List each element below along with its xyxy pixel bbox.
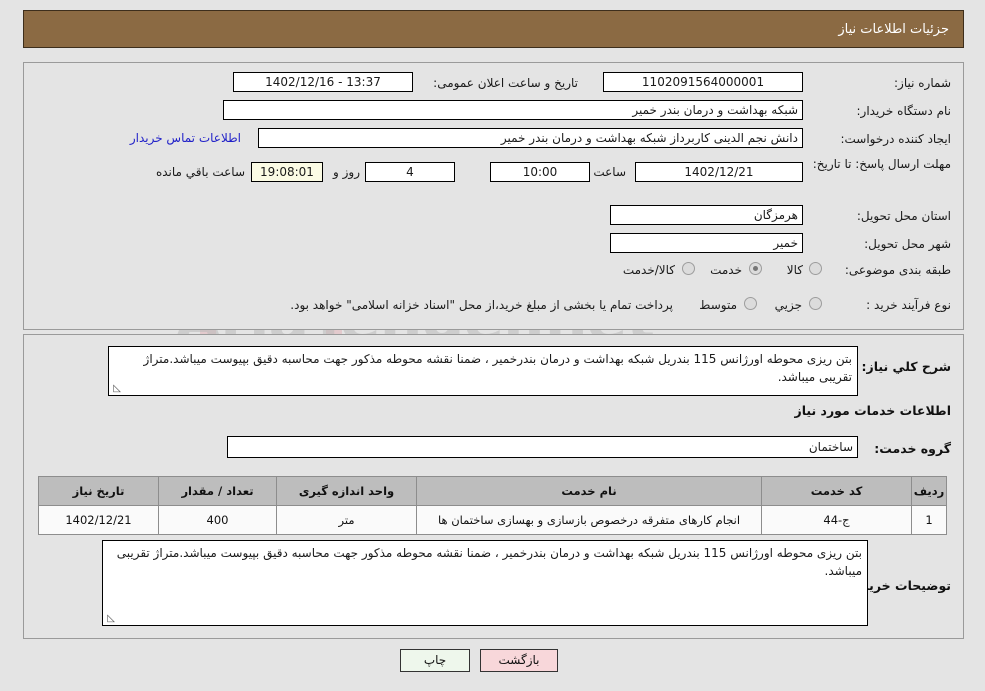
radio-category-khadamat[interactable] <box>749 262 762 275</box>
remaining-days-value: 4 <box>365 162 455 182</box>
radio-process-jozii-label: جزیي <box>774 298 802 312</box>
buyer-org-label: نام دستگاه خریدار: <box>856 104 952 118</box>
deadline-time-value: 10:00 <box>490 162 590 182</box>
services-section-heading: اطلاعات خدمات مورد نیاز <box>794 403 952 418</box>
cell-code: ج-44 <box>761 505 912 535</box>
cell-unit: متر <box>276 505 417 535</box>
back-button[interactable]: بازگشت <box>480 649 558 672</box>
th-unit: واحد اندازه گیری <box>276 476 417 506</box>
cell-index: 1 <box>911 505 947 535</box>
radio-category-khadamat-label: خدمت <box>710 263 742 277</box>
services-table: ردیف کد خدمت نام خدمت واحد اندازه گیری ت… <box>38 476 947 535</box>
radio-process-motevaset[interactable] <box>744 297 757 310</box>
page-header: جزئیات اطلاعات نیاز <box>23 10 964 48</box>
requester-value: دانش نجم الدینی کاربرداز شبکه بهداشت و د… <box>258 128 803 148</box>
cell-date: 1402/12/21 <box>38 505 159 535</box>
requester-label: ایجاد کننده درخواست: <box>840 132 951 146</box>
process-type-label: نوع فرآیند خرید : <box>866 298 951 312</box>
buyer-notes-text: بتن ریزی محوطه اورژانس 115 بندریل شبکه ب… <box>116 546 862 578</box>
radio-category-kala-khadamat[interactable] <box>682 262 695 275</box>
category-label: طبقه بندی موضوعی: <box>844 263 951 277</box>
page-title: جزئیات اطلاعات نیاز <box>838 21 949 37</box>
th-qty: تعداد / مقدار <box>158 476 277 506</box>
buyer-contact-link[interactable]: اطلاعات تماس خریدار <box>130 129 241 147</box>
table-row: 1 ج-44 انجام کارهای متفرقه درخصوص بازساز… <box>38 505 947 535</box>
need-description-text: بتن ریزی محوطه اورژانس 115 بندریل شبکه ب… <box>143 352 852 384</box>
resize-grip-icon[interactable]: ◺ <box>111 384 121 394</box>
description-panel: شرح کلي نیاز: بتن ریزی محوطه اورژانس 115… <box>23 334 964 639</box>
th-index: ردیف <box>911 476 947 506</box>
city-label: شهر محل تحویل: <box>864 237 951 251</box>
need-number-label: شماره نیاز: <box>894 76 951 90</box>
th-name: نام خدمت <box>416 476 762 506</box>
buyer-notes-textarea[interactable]: بتن ریزی محوطه اورژانس 115 بندریل شبکه ب… <box>102 540 868 626</box>
announce-date-value: 13:37 - 1402/12/16 <box>233 72 413 92</box>
buyer-org-value: شبکه بهداشت و درمان بندر خمیر <box>223 100 803 120</box>
radio-process-jozii[interactable] <box>809 297 822 310</box>
need-info-panel: شماره نیاز: 1102091564000001 تاریخ و ساع… <box>23 62 964 330</box>
deadline-label: مهلت ارسال پاسخ: تا تاریخ: <box>812 157 951 171</box>
radio-category-kala[interactable] <box>809 262 822 275</box>
announce-date-label: تاریخ و ساعت اعلان عمومی: <box>433 76 578 90</box>
need-number-value: 1102091564000001 <box>603 72 803 92</box>
city-value: خمیر <box>610 233 803 253</box>
cell-name: انجام کارهای متفرقه درخصوص بازسازی و بهس… <box>416 505 762 535</box>
need-description-label: شرح کلي نیاز: <box>861 359 951 374</box>
province-value: هرمزگان <box>610 205 803 225</box>
table-header-row: ردیف کد خدمت نام خدمت واحد اندازه گیری ت… <box>38 476 947 506</box>
remaining-days-suffix: روز و <box>333 165 360 179</box>
countdown-timer: 19:08:01 <box>251 162 323 182</box>
deadline-date-value: 1402/12/21 <box>635 162 803 182</box>
need-description-textarea[interactable]: بتن ریزی محوطه اورژانس 115 بندریل شبکه ب… <box>108 346 858 396</box>
radio-category-kala-khadamat-label: کالا/خدمت <box>622 263 675 277</box>
service-group-value: ساختمان <box>227 436 858 458</box>
province-label: استان محل تحویل: <box>856 209 951 223</box>
print-button[interactable]: چاپ <box>400 649 470 672</box>
cell-qty: 400 <box>158 505 277 535</box>
radio-process-motevaset-label: متوسط <box>699 298 737 312</box>
resize-grip-icon-2[interactable]: ◺ <box>105 614 115 624</box>
time-label: ساعت <box>593 165 626 179</box>
process-type-note: پرداخت تمام یا بخشی از مبلغ خرید،از محل … <box>290 298 673 312</box>
radio-category-kala-label: کالا <box>786 263 803 277</box>
th-code: کد خدمت <box>761 476 912 506</box>
countdown-suffix: ساعت باقي مانده <box>155 165 245 179</box>
th-date: تاریخ نیاز <box>38 476 159 506</box>
service-group-label: گروه خدمت: <box>874 441 951 456</box>
